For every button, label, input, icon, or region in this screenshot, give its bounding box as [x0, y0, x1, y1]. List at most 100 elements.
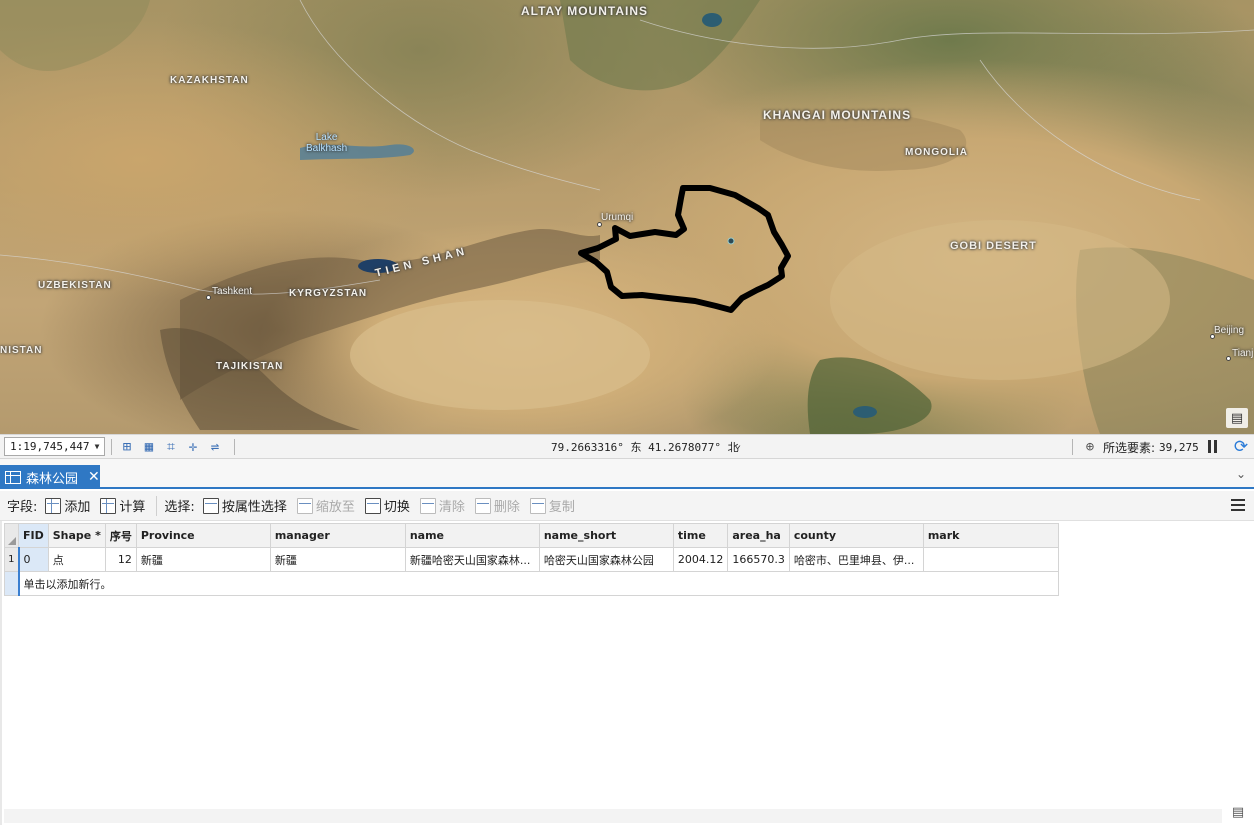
delete-label: 删除 [493, 500, 520, 515]
delete-button[interactable]: 删除 [474, 496, 520, 515]
map-view[interactable]: ALTAY MOUNTAINS KAZAKHSTAN Lake Balkhash… [0, 0, 1254, 434]
cell-county[interactable]: 哈密市、巴里坤县、伊... [788, 547, 924, 572]
copy-button[interactable]: 复制 [529, 496, 575, 515]
copy-label: 复制 [548, 500, 575, 515]
cell-manager[interactable]: 新疆 [269, 547, 406, 572]
hamburger-menu-icon[interactable] [1231, 499, 1245, 511]
column-header-shape[interactable]: Shape * [47, 523, 106, 548]
chevron-down-icon[interactable]: ▼ [90, 442, 104, 451]
coordinate-readout: 79.2663316° 东 41.2678077° 北 [551, 441, 739, 454]
map-label-tajikistan: TAJIKISTAN [216, 361, 284, 372]
pause-drawing-button[interactable] [1204, 438, 1220, 455]
close-icon[interactable]: ✕ [88, 469, 100, 485]
divider [111, 438, 112, 455]
select-features-icon[interactable]: ⊕ [1081, 438, 1099, 456]
cell-name-short[interactable]: 哈密天山国家森林公园 [538, 547, 674, 572]
map-label-beijing: Beijing [1214, 325, 1245, 336]
map-status-bar: 1:19,745,447 ▼ ⊞ ▦ ⌗ ✛ ⇌ 79.2663316° 东 4… [0, 434, 1254, 459]
forest-park-boundary [578, 185, 791, 313]
coordinate-format-chevron-icon[interactable]: ⌄ [734, 437, 741, 451]
switch-label: 切换 [383, 500, 410, 515]
measure-icon[interactable]: ⇌ [206, 438, 224, 456]
grid-icon[interactable]: ▦ [140, 438, 158, 456]
attribute-table-icon [5, 470, 21, 484]
delete-icon [474, 497, 491, 514]
map-label-tashkent: Tashkent [212, 286, 253, 297]
fields-label: 字段: [7, 500, 38, 515]
map-label-nistan: NISTAN [0, 345, 43, 356]
calculate-label: 计算 [119, 500, 146, 515]
table-header-row: FID Shape * 序号 Province manager name nam… [4, 523, 1059, 548]
clear-selection-button[interactable]: 清除 [419, 496, 465, 515]
map-label-lake-balkhash: Lake Balkhash [306, 132, 348, 154]
tab-forest-park[interactable]: 森林公园 ✕ [0, 465, 100, 489]
refresh-icon[interactable]: ⟳ [1231, 437, 1251, 457]
map-label-altay: ALTAY MOUNTAINS [521, 4, 649, 18]
select-all-corner[interactable] [4, 523, 19, 548]
clear-label: 清除 [438, 500, 465, 515]
chevron-down-icon[interactable]: ⌄ [1236, 467, 1246, 481]
add-new-row[interactable]: 单击以添加新行。 [4, 571, 1059, 596]
map-label-mongolia: MONGOLIA [905, 147, 968, 158]
zoom-to-label: 缩放至 [315, 500, 355, 515]
map-label-kyrgyzstan: KYRGYZSTAN [289, 288, 368, 299]
map-label-uzbekistan: UZBEKISTAN [38, 280, 112, 291]
crosshair-icon[interactable]: ✛ [184, 438, 202, 456]
column-header-seq[interactable]: 序号 [104, 523, 137, 548]
row-number[interactable]: 1 [4, 547, 19, 572]
cell-time[interactable]: 2004.12 [672, 547, 729, 572]
table-row[interactable]: 1 0 点 12 新疆 新疆 新疆哈密天山国家森林... 哈密天山国家森林公园 … [4, 547, 1059, 572]
switch-selection-icon [364, 497, 381, 514]
column-header-time[interactable]: time [672, 523, 729, 548]
map-label-kazakhstan: KAZAKHSTAN [170, 75, 249, 86]
column-header-province[interactable]: Province [135, 523, 271, 548]
map-label-urumqi: Urumqi [601, 212, 634, 223]
cell-name[interactable]: 新疆哈密天山国家森林... [404, 547, 540, 572]
select-by-attributes-button[interactable]: 按属性选择 [202, 496, 287, 515]
select-by-attributes-label: 按属性选择 [221, 500, 287, 515]
selected-features-count: 39,275 [1159, 440, 1199, 454]
divider [156, 495, 158, 516]
divider [1072, 439, 1073, 455]
tab-title: 森林公园 [26, 471, 79, 487]
tab-strip: 森林公园 ✕ ⌄ [0, 459, 1254, 489]
column-header-mark[interactable]: mark [922, 523, 1059, 548]
zoom-to-icon [296, 497, 313, 514]
calculator-icon [100, 497, 117, 514]
select-label: 选择: [164, 500, 195, 515]
cell-area-ha[interactable]: 166570.3 [727, 547, 790, 572]
column-header-area-ha[interactable]: area_ha [727, 523, 790, 548]
cell-shape[interactable]: 点 [47, 547, 106, 572]
map-label-khangai: KHANGAI MOUNTAINS [763, 108, 912, 122]
cell-fid[interactable]: 0 [17, 547, 49, 572]
cell-province[interactable]: 新疆 [135, 547, 271, 572]
scale-value: 1:19,745,447 [10, 440, 90, 453]
column-header-name-short[interactable]: name_short [538, 523, 674, 548]
calculate-field-button[interactable]: 计算 [100, 496, 145, 515]
switch-selection-button[interactable]: 切换 [364, 496, 410, 515]
cell-mark[interactable] [922, 547, 1059, 572]
table-options-icon[interactable]: ▤ [1228, 805, 1248, 821]
zoom-to-button[interactable]: 缩放至 [296, 496, 355, 515]
column-header-manager[interactable]: manager [269, 523, 406, 548]
add-new-row-text[interactable]: 单击以添加新行。 [17, 571, 1059, 596]
extent-icon[interactable]: ⊞ [118, 438, 136, 456]
city-dot-tashkent [206, 295, 211, 300]
map-label-gobi: GOBI DESERT [950, 240, 1037, 252]
column-header-fid[interactable]: FID [18, 523, 49, 548]
new-row-marker [4, 571, 19, 596]
scale-dropdown[interactable]: 1:19,745,447 ▼ [4, 437, 105, 456]
table-toolbar: 字段: 添加 计算 选择: 按属性选择 缩放至 切换 清除 删除 复制 [0, 491, 1254, 521]
column-header-county[interactable]: county [788, 523, 924, 548]
divider [234, 438, 235, 455]
table-view-icon[interactable]: ▤ [1226, 408, 1248, 428]
city-dot-tianjin [1226, 356, 1231, 361]
attribute-table: FID Shape * 序号 Province manager name nam… [0, 521, 1254, 825]
horizontal-scrollbar[interactable] [4, 809, 1222, 823]
add-field-button[interactable]: 添加 [45, 496, 90, 515]
snapping-icon[interactable]: ⌗ [162, 438, 180, 456]
column-header-name[interactable]: name [404, 523, 540, 548]
map-label-tianjin: Tianj [1232, 348, 1254, 359]
add-field-label: 添加 [64, 500, 91, 515]
cell-seq[interactable]: 12 [104, 547, 137, 572]
